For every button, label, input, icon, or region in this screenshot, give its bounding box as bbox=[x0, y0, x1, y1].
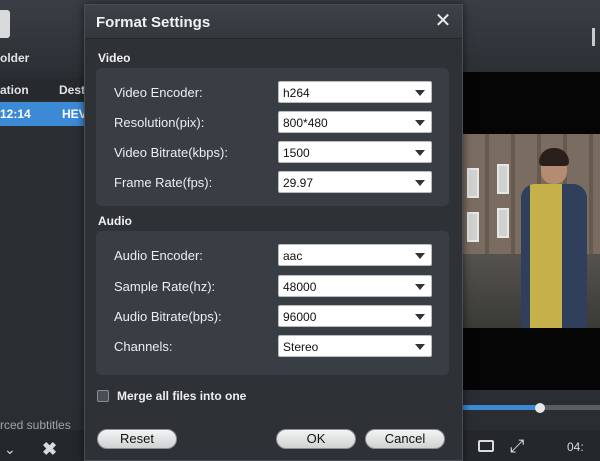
resolution-label: Resolution(pix): bbox=[114, 115, 205, 130]
toolbar-right-icon[interactable] bbox=[592, 28, 600, 46]
audio-bitrate-label: Audio Bitrate(bps): bbox=[114, 309, 222, 324]
channels-select[interactable]: Stereo bbox=[278, 335, 432, 357]
resolution-row: Resolution(pix): 800*480 bbox=[96, 111, 449, 133]
merge-checkbox[interactable] bbox=[97, 390, 109, 402]
resolution-select[interactable]: 800*480 bbox=[278, 111, 432, 133]
preview-window bbox=[467, 168, 479, 198]
file-list-body bbox=[0, 126, 84, 406]
channels-label: Channels: bbox=[114, 339, 173, 354]
video-encoder-select[interactable]: h264 bbox=[278, 81, 432, 103]
frame-rate-select[interactable]: 29.97 bbox=[278, 171, 432, 193]
audio-bitrate-row: Audio Bitrate(bps): 96000 bbox=[96, 305, 449, 327]
chevron-down-icon bbox=[415, 180, 425, 186]
dialog-titlebar[interactable]: Format Settings ✕ bbox=[85, 5, 462, 39]
close-icon[interactable]: ✕ bbox=[432, 10, 454, 32]
chevron-down-icon bbox=[415, 314, 425, 320]
audio-encoder-label: Audio Encoder: bbox=[114, 248, 203, 263]
preview-letterbox-bottom bbox=[463, 328, 600, 390]
video-encoder-value: h264 bbox=[283, 86, 310, 100]
row-destination: HEV bbox=[62, 107, 87, 121]
video-bitrate-value: 1500 bbox=[283, 146, 310, 160]
resolution-value: 800*480 bbox=[283, 116, 328, 130]
snapshot-icon[interactable] bbox=[478, 440, 494, 452]
sample-rate-row: Sample Rate(hz): 48000 bbox=[96, 275, 449, 297]
preview-person bbox=[521, 184, 587, 328]
audio-bitrate-value: 96000 bbox=[283, 310, 317, 324]
playback-progress-bar[interactable] bbox=[463, 405, 600, 410]
sample-rate-select[interactable]: 48000 bbox=[278, 275, 432, 297]
move-down-icon[interactable]: ⌄ bbox=[4, 440, 16, 458]
playback-time: 04: bbox=[567, 440, 584, 454]
chevron-down-icon bbox=[415, 120, 425, 126]
audio-encoder-value: aac bbox=[283, 249, 303, 263]
preview-window bbox=[497, 164, 509, 194]
column-header-destination[interactable]: Dest bbox=[59, 83, 85, 97]
video-section-title: Video bbox=[98, 51, 131, 65]
video-bitrate-row: Video Bitrate(kbps): 1500 bbox=[96, 141, 449, 163]
playback-progress-fill bbox=[463, 405, 539, 410]
sample-rate-label: Sample Rate(hz): bbox=[114, 279, 216, 294]
chevron-down-icon bbox=[415, 90, 425, 96]
frame-rate-label: Frame Rate(fps): bbox=[114, 175, 213, 190]
video-bitrate-label: Video Bitrate(kbps): bbox=[114, 145, 228, 160]
folder-button-label[interactable]: older bbox=[0, 51, 29, 65]
chevron-down-icon bbox=[415, 150, 425, 156]
audio-bitrate-select[interactable]: 96000 bbox=[278, 305, 432, 327]
channels-row: Channels: Stereo bbox=[96, 335, 449, 357]
chevron-down-icon bbox=[415, 344, 425, 350]
frame-rate-value: 29.97 bbox=[283, 176, 314, 190]
sample-rate-value: 48000 bbox=[283, 280, 317, 294]
format-settings-dialog: Format Settings ✕ Video Video Encoder: h… bbox=[84, 4, 463, 461]
frame-rate-row: Frame Rate(fps): 29.97 bbox=[96, 171, 449, 193]
reset-button[interactable]: Reset bbox=[97, 429, 177, 449]
audio-encoder-select[interactable]: aac bbox=[278, 244, 432, 266]
video-encoder-label: Video Encoder: bbox=[114, 85, 203, 100]
chevron-down-icon bbox=[415, 253, 425, 259]
video-preview bbox=[463, 134, 600, 328]
audio-section: Audio Encoder: aac Sample Rate(hz): 4800… bbox=[96, 231, 449, 375]
playback-progress-handle[interactable] bbox=[535, 403, 545, 413]
row-duration: 12:14 bbox=[0, 107, 31, 121]
merge-label[interactable]: Merge all files into one bbox=[117, 389, 246, 403]
audio-section-title: Audio bbox=[98, 214, 132, 228]
chevron-down-icon bbox=[415, 284, 425, 290]
cancel-button[interactable]: Cancel bbox=[365, 429, 445, 449]
audio-encoder-row: Audio Encoder: aac bbox=[96, 244, 449, 266]
delete-icon[interactable]: ✖ bbox=[42, 440, 57, 458]
video-encoder-row: Video Encoder: h264 bbox=[96, 81, 449, 103]
column-header-duration[interactable]: ation bbox=[0, 83, 29, 97]
dialog-title: Format Settings bbox=[96, 14, 211, 31]
ok-button[interactable]: OK bbox=[276, 429, 356, 449]
file-list-header: ation Dest bbox=[0, 78, 85, 100]
fullscreen-icon[interactable]: ⤢ bbox=[510, 437, 524, 455]
preview-letterbox-top bbox=[463, 72, 600, 134]
preview-window bbox=[467, 212, 479, 242]
folder-icon[interactable] bbox=[0, 10, 10, 38]
video-bitrate-select[interactable]: 1500 bbox=[278, 141, 432, 163]
table-row[interactable]: 12:14 HEV bbox=[0, 102, 87, 126]
video-section: Video Encoder: h264 Resolution(pix): 800… bbox=[96, 68, 449, 206]
preview-window bbox=[497, 208, 509, 238]
channels-value: Stereo bbox=[283, 340, 319, 354]
